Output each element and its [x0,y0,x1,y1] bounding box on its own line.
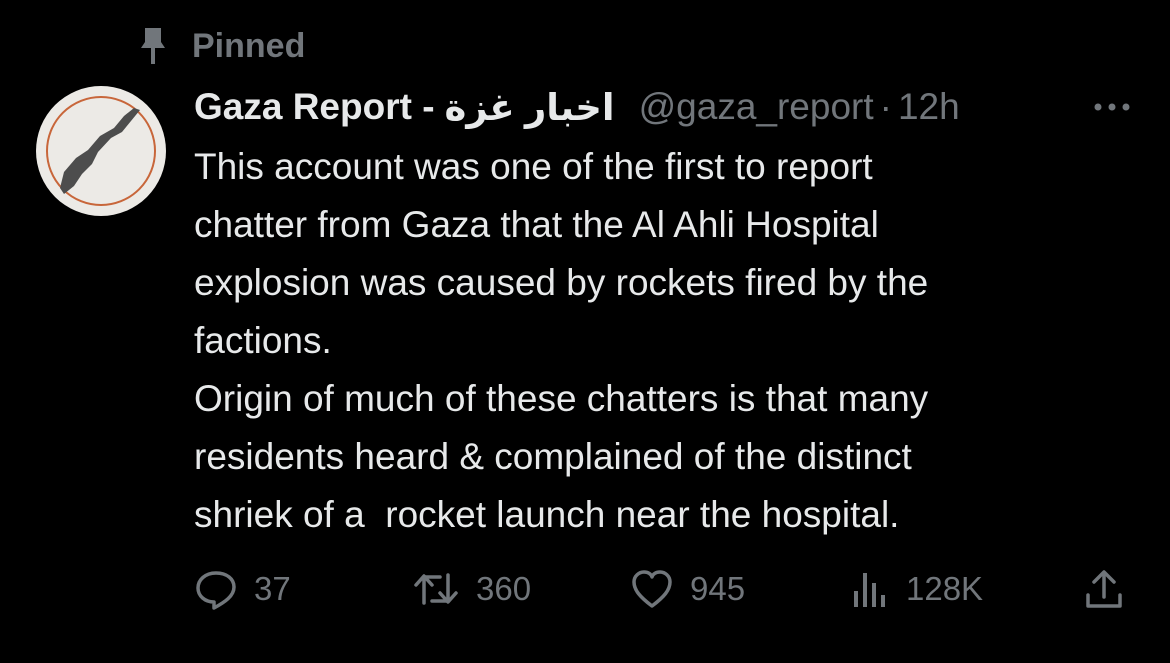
like-count: 945 [690,570,746,607]
reply-count: 37 [254,570,291,607]
tweet-text-line: chatter from Gaza that the Al Ahli Hospi… [194,204,879,245]
tweet-text-line: factions. [194,320,332,361]
user-handle[interactable]: @gaza_report [639,86,874,128]
pinned-indicator: Pinned [138,24,305,68]
more-button[interactable] [1090,85,1134,129]
reply-button[interactable]: 37 [194,562,291,616]
tweet-text-line: residents heard & complained of the dist… [194,436,912,477]
views-button[interactable]: 128K [850,562,983,616]
repost-icon [414,573,458,605]
views-icon [854,573,885,607]
share-button[interactable] [1082,562,1126,616]
display-name-arabic[interactable]: اخبار غزة [445,86,615,129]
heart-icon [632,570,672,608]
repost-button[interactable]: 360 [412,562,531,616]
tweet-text-line: explosion was caused by rockets fired by… [194,262,929,303]
repost-count: 360 [476,570,532,607]
views-count: 128K [906,570,984,607]
tweet-text-line: shriek of a rocket launch near the hospi… [194,494,900,535]
tweet-text: This account was one of the first to rep… [194,138,1134,544]
more-icon [1094,103,1130,111]
share-icon [1086,570,1122,608]
like-button[interactable]: 945 [630,562,745,616]
display-name[interactable]: Gaza Report - [194,86,435,128]
avatar[interactable] [36,86,166,216]
separator-dot: · [879,86,892,127]
tweet-timestamp[interactable]: 12h [898,86,960,128]
tweet-text-line: This account was one of the first to rep… [194,146,873,187]
pinned-label: Pinned [192,26,306,65]
action-bar: 37 360 945 128K [194,562,1134,616]
reply-icon [196,571,236,610]
tweet-header: Gaza Report - اخبار غزة @gaza_report · 1… [194,80,1134,134]
pin-icon [138,26,168,66]
tweet-text-line: Origin of much of these chatters is that… [194,378,929,419]
